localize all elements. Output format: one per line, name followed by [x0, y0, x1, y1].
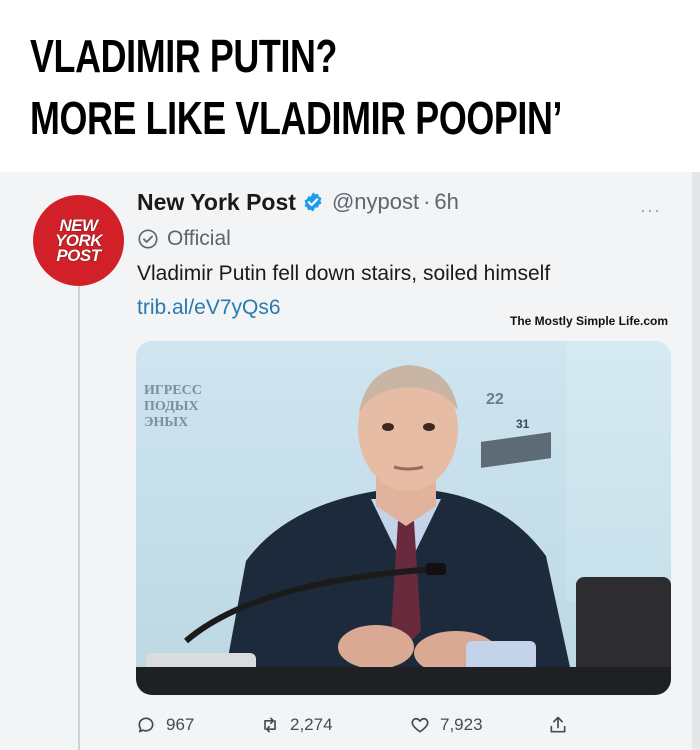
tweet-link[interactable]: trib.al/eV7yQs6 — [137, 296, 281, 320]
caption-line-2: MORE LIKE VLADIMIR POOPIN’ — [30, 92, 563, 144]
separator-dot: · — [423, 189, 431, 214]
like-count: 7,923 — [440, 715, 483, 734]
official-label-row: Official — [137, 224, 231, 254]
avatar-logo-text: NEW YORK POST — [54, 216, 103, 265]
meme-caption: VLADIMIR PUTIN? MORE LIKE VLADIMIR POOPI… — [0, 0, 700, 172]
share-icon — [550, 716, 566, 733]
check-circle-icon — [138, 229, 158, 249]
photo-desk — [136, 667, 671, 695]
retweet-button[interactable]: 2,274 — [260, 710, 333, 740]
like-button[interactable]: 7,923 — [410, 710, 483, 740]
person-figure — [146, 365, 576, 695]
caption-line-1: VLADIMIR PUTIN? — [30, 30, 338, 82]
tweet-text: Vladimir Putin fell down stairs, soiled … — [137, 262, 551, 285]
tweet-photo[interactable]: ИГРЕСС ПОДЫХ ЭНЫХ 22 31 — [136, 341, 671, 695]
author-row: New York Post @nypost · 6h — [137, 186, 459, 218]
frame-edge — [692, 172, 700, 750]
retweet-icon — [264, 717, 276, 733]
tweet-card: NEW YORK POST New York Post @nypost · 6h… — [0, 172, 700, 750]
more-icon[interactable]: ··· — [640, 200, 661, 221]
watermark: The Mostly Simple Life.com — [510, 314, 669, 328]
handle[interactable]: @nypost — [332, 189, 419, 215]
display-name[interactable]: New York Post — [137, 189, 296, 216]
official-label: Official — [167, 227, 231, 250]
retweet-count: 2,274 — [290, 715, 333, 734]
tweet-action-bar: 967 2,274 7,923 — [136, 710, 586, 740]
heart-icon — [411, 717, 429, 733]
timestamp[interactable]: 6h — [434, 189, 458, 215]
reply-count: 967 — [166, 715, 195, 734]
share-button[interactable] — [548, 710, 578, 740]
reply-icon — [138, 717, 154, 733]
avatar[interactable]: NEW YORK POST — [33, 195, 124, 286]
verified-badge-icon — [304, 192, 322, 212]
thread-line — [78, 280, 80, 750]
reply-button[interactable]: 967 — [136, 710, 194, 740]
